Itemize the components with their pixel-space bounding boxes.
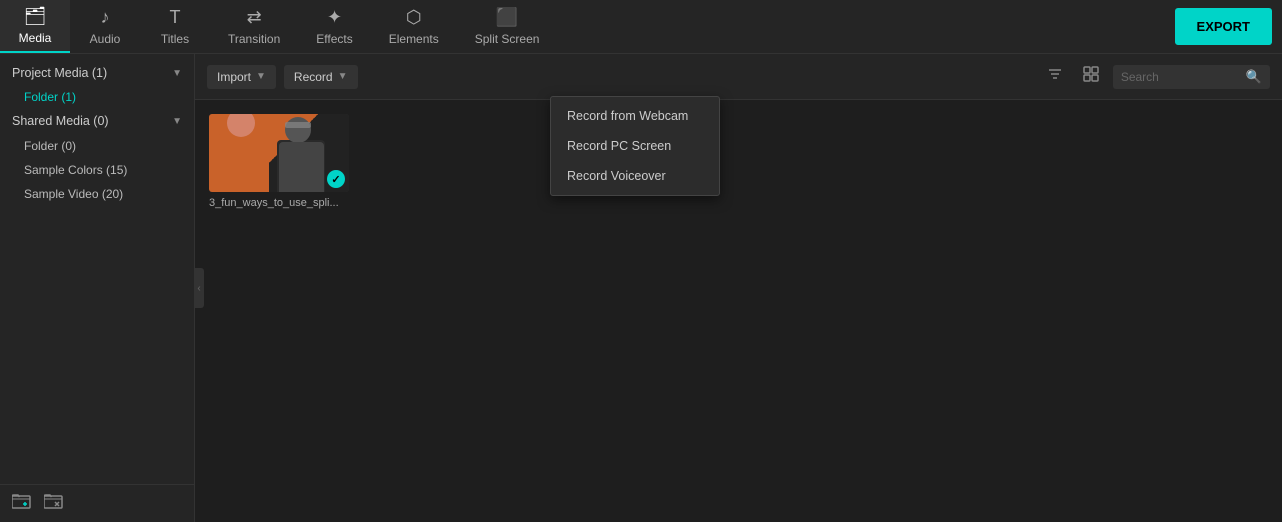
nav-audio-label: Audio — [90, 32, 121, 46]
media-label-1: 3_fun_ways_to_use_spli... — [209, 197, 349, 209]
sidebar-section-project-media[interactable]: Project Media (1) ▼ — [0, 60, 194, 86]
sidebar-section-project-media-label: Project Media (1) — [12, 66, 107, 80]
nav-transition-label: Transition — [228, 32, 280, 46]
search-input[interactable] — [1121, 70, 1241, 84]
nav-splitscreen[interactable]: ⬛ Split Screen — [457, 0, 558, 53]
sidebar-collapse-handle[interactable]: ‹ — [194, 268, 204, 308]
record-label: Record — [294, 70, 333, 84]
sidebar-item-sample-video-label: Sample Video (20) — [24, 187, 123, 201]
dropdown-record-webcam[interactable]: Record from Webcam — [551, 101, 719, 131]
record-screen-label: Record PC Screen — [567, 139, 671, 153]
dropdown-record-voiceover[interactable]: Record Voiceover — [551, 161, 719, 191]
sidebar-item-folder-0[interactable]: Folder (0) — [0, 134, 194, 158]
nav-elements[interactable]: ⬡ Elements — [371, 0, 457, 53]
sidebar-item-sample-video[interactable]: Sample Video (20) — [0, 182, 194, 206]
export-button[interactable]: EXPORT — [1175, 8, 1272, 45]
nav-effects-label: Effects — [316, 32, 352, 46]
nav-elements-label: Elements — [389, 32, 439, 46]
import-button[interactable]: Import ▼ — [207, 65, 276, 89]
content-toolbar: Import ▼ Record ▼ — [195, 54, 1282, 100]
sidebar-section-shared-media[interactable]: Shared Media (0) ▼ — [0, 108, 194, 134]
sidebar-item-folder-0-label: Folder (0) — [24, 139, 76, 153]
nav-media[interactable]: 🗂 Media — [0, 0, 70, 53]
dropdown-record-screen[interactable]: Record PC Screen — [551, 131, 719, 161]
sidebar-body: Project Media (1) ▼ Folder (1) Shared Me… — [0, 54, 194, 484]
sidebar-item-sample-colors[interactable]: Sample Colors (15) — [0, 158, 194, 182]
nav-effects[interactable]: ✦ Effects — [298, 0, 370, 53]
transition-icon: ⇄ — [247, 7, 262, 28]
grid-view-icon[interactable] — [1077, 62, 1105, 91]
nav-splitscreen-label: Split Screen — [475, 32, 540, 46]
splitscreen-icon: ⬛ — [496, 7, 518, 28]
filter-icon[interactable] — [1041, 62, 1069, 91]
main-area: Project Media (1) ▼ Folder (1) Shared Me… — [0, 54, 1282, 522]
media-item-1[interactable]: ✓ 3_fun_ways_to_use_spli... — [209, 114, 349, 209]
sidebar: Project Media (1) ▼ Folder (1) Shared Me… — [0, 54, 195, 522]
chevron-down-icon-2: ▼ — [172, 116, 182, 127]
sidebar-item-folder-1[interactable]: Folder (1) — [0, 86, 194, 108]
new-folder-icon[interactable] — [12, 493, 32, 514]
delete-folder-icon[interactable] — [44, 493, 64, 514]
record-chevron-icon: ▼ — [338, 71, 348, 82]
effects-icon: ✦ — [327, 7, 342, 28]
import-label: Import — [217, 70, 251, 84]
record-webcam-label: Record from Webcam — [567, 109, 688, 123]
sidebar-section-shared-media-label: Shared Media (0) — [12, 114, 109, 128]
search-icon: 🔍 — [1246, 69, 1262, 85]
sidebar-item-sample-colors-label: Sample Colors (15) — [24, 163, 127, 177]
nav-audio[interactable]: ♪ Audio — [70, 0, 140, 53]
elements-icon: ⬡ — [406, 7, 422, 28]
record-dropdown: Record from Webcam Record PC Screen Reco… — [550, 96, 720, 196]
media-grid: ✓ 3_fun_ways_to_use_spli... — [195, 100, 1282, 522]
top-nav: 🗂 Media ♪ Audio T Titles ⇄ Transition ✦ … — [0, 0, 1282, 54]
content-area: Import ▼ Record ▼ — [195, 54, 1282, 522]
sidebar-footer — [0, 484, 194, 522]
nav-transition[interactable]: ⇄ Transition — [210, 0, 298, 53]
chevron-down-icon: ▼ — [172, 68, 182, 79]
record-button[interactable]: Record ▼ — [284, 65, 358, 89]
nav-media-label: Media — [19, 31, 52, 45]
nav-titles[interactable]: T Titles — [140, 0, 210, 53]
search-box: 🔍 — [1113, 65, 1270, 89]
sidebar-item-folder-1-label: Folder (1) — [24, 90, 76, 104]
audio-icon: ♪ — [101, 7, 110, 28]
media-icon: 🗂 — [24, 6, 47, 27]
record-voiceover-label: Record Voiceover — [567, 169, 666, 183]
nav-titles-label: Titles — [161, 32, 189, 46]
checkmark-badge-1: ✓ — [327, 170, 345, 188]
media-thumb-1: ✓ — [209, 114, 349, 192]
import-chevron-icon: ▼ — [256, 71, 266, 82]
titles-icon: T — [170, 7, 181, 28]
